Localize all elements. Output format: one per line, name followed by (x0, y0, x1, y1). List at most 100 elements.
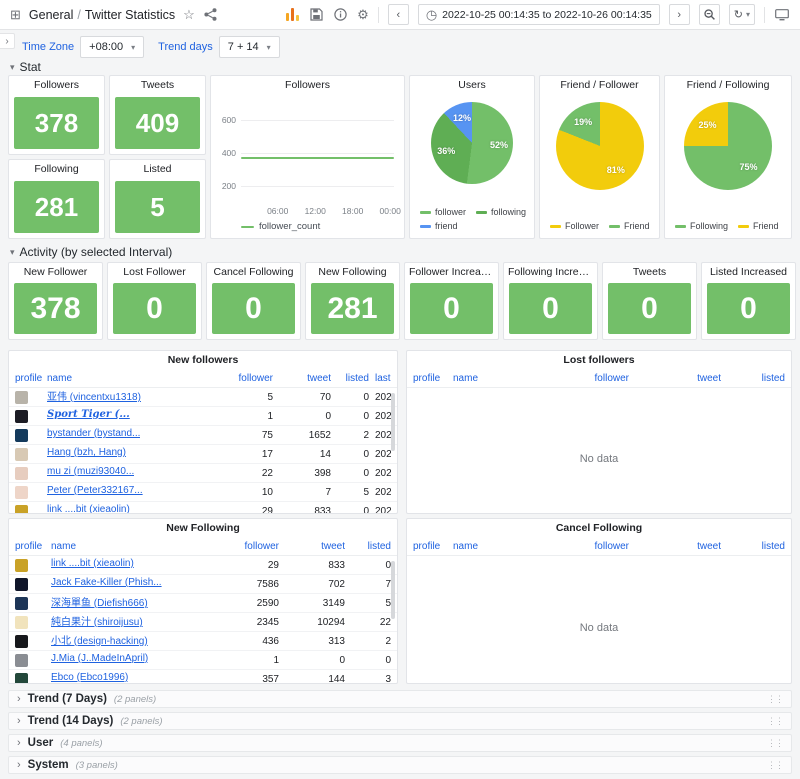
legend-item[interactable]: Follower (550, 221, 599, 232)
table-body: No data (407, 556, 791, 683)
user-link[interactable]: 小北 (design-hacking) (51, 632, 148, 647)
stat-panel[interactable]: Followers378 (8, 75, 105, 155)
time-range-picker[interactable]: ◷ 2022-10-25 00:14:35 to 2022-10-26 00:1… (418, 4, 660, 25)
collapsed-row-user[interactable]: ›User(4 panels)⋮⋮ (8, 734, 792, 752)
column-header-listed[interactable]: listed (331, 373, 369, 384)
panel-title: Listed (110, 160, 205, 179)
column-header-profile[interactable]: profile (413, 373, 453, 384)
user-link[interactable]: link ....bit (xieaolin) (47, 504, 130, 513)
row-title: Stat (20, 60, 41, 74)
listed-value: 7 (345, 579, 391, 590)
breadcrumb-section[interactable]: General (29, 8, 73, 22)
legend-item[interactable]: follower (420, 207, 466, 218)
column-header-listed[interactable]: listed (721, 373, 785, 384)
add-panel-icon[interactable] (285, 7, 300, 22)
table-scrollbar[interactable] (391, 393, 395, 451)
drag-handle-icon[interactable]: ⋮⋮ (767, 716, 783, 727)
info-icon[interactable] (333, 7, 348, 22)
friend-follower-pie-panel[interactable]: Friend / Follower 81%19% FollowerFriend (539, 75, 660, 239)
stat-panel[interactable]: Listed5 (109, 159, 206, 239)
column-header-follower[interactable]: follower (525, 541, 629, 552)
collapsed-row-trend-14-days-[interactable]: ›Trend (14 Days)(2 panels)⋮⋮ (8, 712, 792, 730)
activity-stat-panel[interactable]: New Following281 (305, 262, 400, 340)
table-scrollbar[interactable] (391, 561, 395, 619)
collapsed-row-system[interactable]: ›System(3 panels)⋮⋮ (8, 756, 792, 774)
column-header-tweet[interactable]: tweet (629, 541, 721, 552)
name-cell: mu zi (muzi93040... (47, 466, 221, 480)
row-header-activity[interactable]: ▾ Activity (by selected Interval) (10, 245, 172, 259)
column-header-name[interactable]: name (47, 373, 221, 384)
timezone-select[interactable]: +08:00 ▾ (80, 36, 144, 58)
stat-panel[interactable]: Following281 (8, 159, 105, 239)
timeseries-legend[interactable]: follower_count (241, 221, 320, 232)
activity-stat-panel[interactable]: Following Increased0 (503, 262, 598, 340)
column-header-profile[interactable]: profile (15, 541, 51, 552)
stat-panel[interactable]: Tweets409 (109, 75, 206, 155)
activity-stat-panel[interactable]: Tweets0 (602, 262, 697, 340)
activity-stat-panel[interactable]: Cancel Following0 (206, 262, 301, 340)
column-header-last[interactable]: last (369, 373, 391, 384)
collapsed-row-trend-7-days-[interactable]: ›Trend (7 Days)(2 panels)⋮⋮ (8, 690, 792, 708)
column-header-follower[interactable]: follower (525, 373, 629, 384)
user-link[interactable]: 深海單鱼 (Diefish666) (51, 594, 148, 609)
column-header-tweet[interactable]: tweet (279, 541, 345, 552)
time-shift-forward-button[interactable]: › (669, 4, 690, 25)
zoom-out-button[interactable] (699, 4, 720, 25)
user-link[interactable]: Sport Tiger (... (47, 409, 130, 420)
clock-icon: ◷ (426, 8, 437, 21)
column-header-profile[interactable]: profile (413, 541, 453, 552)
column-header-follower[interactable]: follower (221, 373, 273, 384)
refresh-button[interactable]: ↻ ▾ (729, 4, 755, 25)
user-link[interactable]: J.Mia (J..MadeInApril) (51, 653, 148, 664)
apps-grid-icon[interactable]: ⊞ (10, 8, 21, 21)
column-header-tweet[interactable]: tweet (273, 373, 331, 384)
follower-value: 2590 (219, 598, 279, 609)
stat-value: 0 (707, 283, 790, 334)
legend-item[interactable]: Friend (609, 221, 650, 232)
user-link[interactable]: Hang (bzh, Hang) (47, 447, 126, 458)
column-header-name[interactable]: name (453, 373, 525, 384)
user-link[interactable]: Jack Fake-Killer (Phish... (51, 577, 162, 588)
user-link[interactable]: link ....bit (xieaolin) (51, 558, 134, 569)
friend-following-pie-panel[interactable]: Friend / Following 75%25% FollowingFrien… (664, 75, 792, 239)
legend-item[interactable]: Following (675, 221, 728, 232)
column-header-follower[interactable]: follower (219, 541, 279, 552)
user-link[interactable]: 純白果汁 (shiroijusu) (51, 613, 143, 628)
user-link[interactable]: Ebco (Ebco1996) (51, 672, 128, 683)
user-link[interactable]: Peter (Peter332167... (47, 485, 143, 496)
activity-stat-panel[interactable]: New Follower378 (8, 262, 103, 340)
drag-handle-icon[interactable]: ⋮⋮ (767, 738, 783, 749)
time-shift-back-button[interactable]: ‹ (388, 4, 409, 25)
save-dashboard-icon[interactable] (309, 7, 324, 22)
legend-item[interactable]: following (476, 207, 526, 218)
share-icon[interactable] (203, 7, 218, 22)
legend-item[interactable]: Friend (738, 221, 779, 232)
column-header-listed[interactable]: listed (721, 541, 785, 552)
legend-item[interactable]: friend (420, 221, 458, 232)
table-row: Ebco (Ebco1996)3571443 (9, 670, 397, 683)
followers-timeseries-panel[interactable]: Followers 20040060006:0012:0018:0000:00 … (210, 75, 405, 239)
activity-stat-panel[interactable]: Follower Increased0 (404, 262, 499, 340)
table-body: No data (407, 388, 791, 513)
column-header-listed[interactable]: listed (345, 541, 391, 552)
time-range-text: 2022-10-25 00:14:35 to 2022-10-26 00:14:… (442, 9, 652, 21)
user-link[interactable]: bystander (bystand... (47, 428, 140, 439)
activity-stat-panel[interactable]: Lost Follower0 (107, 262, 202, 340)
column-header-name[interactable]: name (453, 541, 525, 552)
drag-handle-icon[interactable]: ⋮⋮ (767, 694, 783, 705)
star-icon[interactable]: ☆ (183, 8, 195, 21)
column-header-name[interactable]: name (51, 541, 219, 552)
activity-stat-panel[interactable]: Listed Increased0 (701, 262, 796, 340)
user-link[interactable]: mu zi (muzi93040... (47, 466, 134, 477)
trend-days-select[interactable]: 7 + 14 ▾ (219, 36, 280, 58)
settings-gear-icon[interactable]: ⚙ (357, 8, 369, 21)
column-header-profile[interactable]: profile (15, 373, 47, 384)
refresh-interval-caret-icon[interactable]: ▾ (746, 10, 750, 19)
row-header-stat[interactable]: ▾ Stat (10, 60, 41, 74)
sidebar-expand-toggle[interactable]: › (0, 33, 15, 49)
user-link[interactable]: 亚伟 (vincentxu1318) (47, 388, 141, 403)
column-header-tweet[interactable]: tweet (629, 373, 721, 384)
users-pie-panel[interactable]: Users 52%36%12% followerfollowingfriend (409, 75, 535, 239)
drag-handle-icon[interactable]: ⋮⋮ (767, 760, 783, 771)
cycle-view-monitor-icon[interactable] (774, 8, 790, 22)
